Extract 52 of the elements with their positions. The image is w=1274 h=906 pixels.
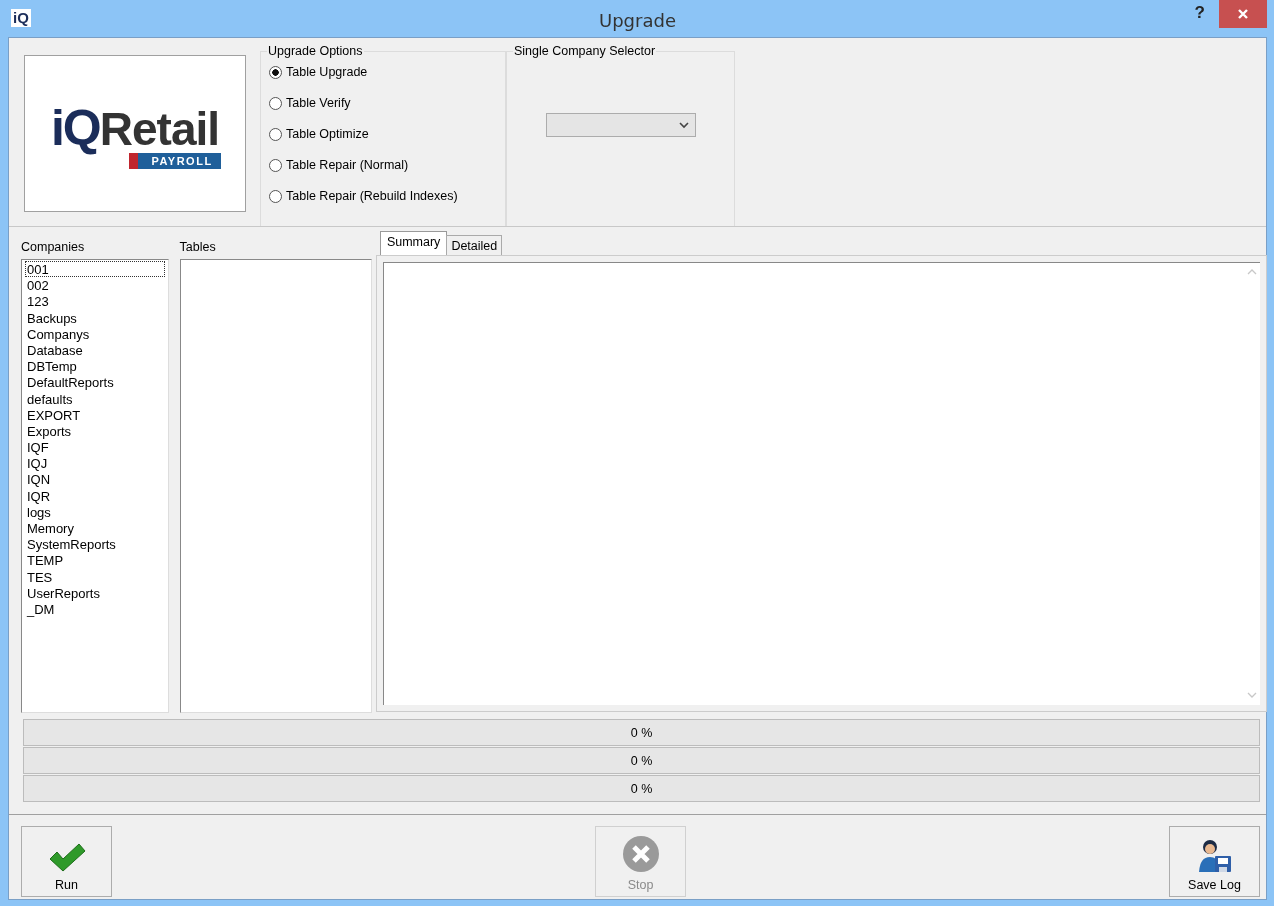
list-item[interactable]: IQR xyxy=(25,487,165,504)
scroll-down-icon[interactable] xyxy=(1246,692,1257,699)
list-item[interactable]: UserReports xyxy=(25,584,165,601)
tables-list[interactable] xyxy=(179,259,372,713)
close-icon xyxy=(1237,9,1249,19)
tab[interactable]: Summary xyxy=(379,231,448,256)
radio-option[interactable]: Table Verify xyxy=(269,93,497,113)
list-item[interactable]: 002 xyxy=(25,277,165,294)
progress-reading: 0 % xyxy=(630,781,653,796)
group-title: Single Company Selector xyxy=(513,44,657,58)
list-item[interactable]: logs xyxy=(25,503,165,520)
list-label: Tables xyxy=(179,239,217,256)
list-item[interactable]: TEMP xyxy=(25,552,165,569)
chevron-down-icon xyxy=(678,121,689,129)
cancel-icon xyxy=(620,834,661,874)
progress-reading: 0 % xyxy=(630,753,653,768)
radio-option[interactable]: Table Repair (Rebuild Indexes) xyxy=(269,186,497,206)
progress-reading: 0 % xyxy=(630,725,653,740)
list-item[interactable]: Exports xyxy=(25,422,165,440)
list-item[interactable]: Memory xyxy=(25,520,165,537)
list-item[interactable]: Companys xyxy=(25,325,165,342)
list-item[interactable]: _DM xyxy=(25,600,165,618)
window-title: Upgrade xyxy=(599,9,676,31)
scroll-up-icon[interactable] xyxy=(1246,268,1257,275)
help-button[interactable]: ? xyxy=(1194,3,1205,23)
list-item[interactable]: SystemReports xyxy=(25,536,165,553)
list-label: Companies xyxy=(21,239,86,256)
close-button[interactable] xyxy=(1219,0,1267,28)
group-title: Upgrade Options xyxy=(267,44,364,58)
tab[interactable]: Detailed xyxy=(446,235,503,256)
radio-option[interactable]: Table Upgrade xyxy=(269,62,497,82)
list-item[interactable]: 123 xyxy=(25,293,165,310)
list-item[interactable]: defaults xyxy=(25,390,165,407)
save-log-button[interactable]: Save Log xyxy=(1169,826,1260,897)
user-disk-icon xyxy=(1196,838,1233,874)
list-item[interactable]: IQJ xyxy=(25,455,165,472)
list-item[interactable]: Backups xyxy=(25,309,165,326)
radio-option[interactable]: Table Optimize xyxy=(269,124,497,144)
list-item[interactable]: EXPORT xyxy=(25,406,165,423)
list-item[interactable]: TES xyxy=(25,568,165,585)
run-button[interactable]: Run xyxy=(21,826,112,897)
list-item[interactable]: IQN xyxy=(25,471,165,488)
list-item[interactable]: DBTemp xyxy=(25,358,165,375)
list-item[interactable]: IQF xyxy=(25,439,165,456)
companies-list[interactable]: 001 002 123 Backups Companys Database DBTemp DefaultReports defaults EXPORT Exports IQF IQJ IQN IQR logs Memory SystemReports TEMP TES UserReports _DM xyxy=(21,259,169,713)
radio-option[interactable]: Table Repair (Normal) xyxy=(269,155,497,175)
list-item[interactable]: Database xyxy=(25,341,165,359)
company-dropdown[interactable] xyxy=(545,113,696,137)
logo: iQRetail PAYROLL xyxy=(24,55,246,212)
list-item[interactable]: 001 xyxy=(25,261,165,278)
app-icon: iQ xyxy=(11,9,31,27)
list-item[interactable]: DefaultReports xyxy=(25,374,165,391)
